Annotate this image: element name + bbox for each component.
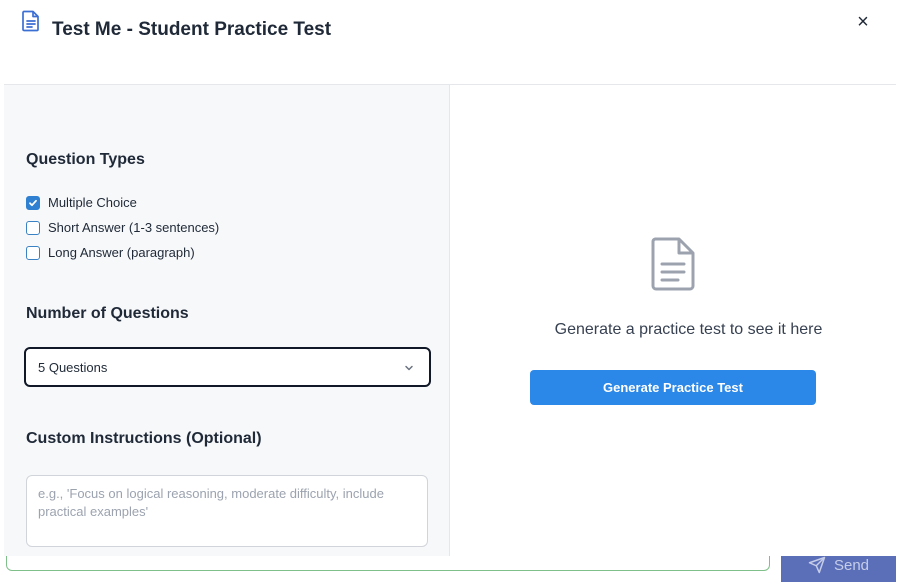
send-icon <box>808 556 826 574</box>
close-button[interactable]: × <box>852 11 874 33</box>
preview-panel: Generate a practice test to see it here … <box>450 85 896 556</box>
checkbox-unchecked-icon[interactable] <box>26 220 40 235</box>
document-icon <box>22 10 39 32</box>
checkbox-short-answer[interactable]: Short Answer (1-3 sentences) <box>26 220 219 235</box>
question-count-select[interactable]: 5 Questions <box>24 347 431 387</box>
chevron-down-icon <box>405 365 413 371</box>
checkbox-checked-icon[interactable] <box>26 195 40 210</box>
checkbox-label: Long Answer (paragraph) <box>48 245 195 260</box>
checkbox-multiple-choice[interactable]: Multiple Choice <box>26 195 137 210</box>
number-of-questions-title: Number of Questions <box>26 305 189 322</box>
send-label: Send <box>833 556 870 574</box>
modal-title: Test Me - Student Practice Test <box>52 19 332 40</box>
question-types-title: Question Types <box>26 151 145 168</box>
empty-state-message: Generate a practice test to see it here <box>554 321 823 338</box>
practice-test-modal: Test Me - Student Practice Test × Questi… <box>4 0 896 556</box>
select-value: 5 Questions <box>38 359 108 375</box>
custom-instructions-title: Custom Instructions (Optional) <box>26 430 262 447</box>
modal-header: Test Me - Student Practice Test × <box>4 0 896 85</box>
generate-practice-test-button[interactable]: Generate Practice Test <box>530 370 816 405</box>
custom-instructions-textarea[interactable]: e.g., 'Focus on logical reasoning, moder… <box>26 475 428 547</box>
checkbox-unchecked-icon[interactable] <box>26 245 40 260</box>
document-icon <box>651 237 695 291</box>
checkbox-label: Multiple Choice <box>48 195 137 210</box>
checkbox-long-answer[interactable]: Long Answer (paragraph) <box>26 245 195 260</box>
settings-panel: Question Types Multiple Choice Short Ans… <box>4 85 450 556</box>
checkbox-label: Short Answer (1-3 sentences) <box>48 220 220 235</box>
